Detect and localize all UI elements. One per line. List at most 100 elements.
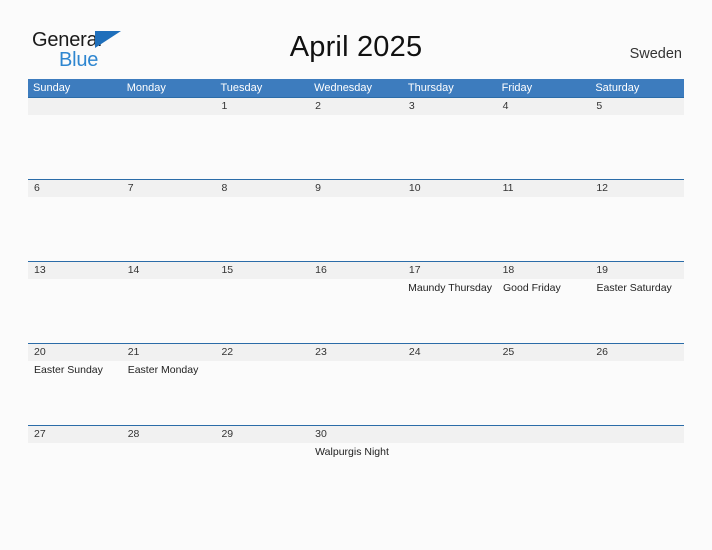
calendar-grid: Sunday Monday Tuesday Wednesday Thursday…: [28, 79, 684, 468]
day-cell[interactable]: [590, 443, 684, 468]
day-number[interactable]: 27: [28, 426, 122, 443]
week-row: 20 21 22 23 24 25 26 Easter Sunday Easte…: [28, 343, 684, 425]
weekday-header-monday: Monday: [126, 82, 166, 94]
day-number[interactable]: [403, 426, 497, 443]
country-label: Sweden: [629, 46, 682, 62]
day-number[interactable]: 11: [497, 180, 591, 197]
day-event: Good Friday: [502, 282, 561, 294]
day-number[interactable]: 24: [403, 344, 497, 361]
week-row: 27 28 29 30 Walpurgis Night: [28, 425, 684, 468]
day-number[interactable]: 9: [309, 180, 403, 197]
day-number[interactable]: 25: [497, 344, 591, 361]
day-number[interactable]: 3: [403, 98, 497, 115]
day-cell[interactable]: [497, 443, 591, 468]
day-cell[interactable]: [403, 361, 497, 425]
day-cell[interactable]: [215, 197, 309, 261]
day-number[interactable]: [590, 426, 684, 443]
day-number[interactable]: 28: [122, 426, 216, 443]
week-date-band: 1 2 3 4 5: [28, 98, 684, 115]
day-number[interactable]: 15: [215, 262, 309, 279]
day-cell[interactable]: [122, 197, 216, 261]
day-number[interactable]: 29: [215, 426, 309, 443]
day-number[interactable]: 30: [309, 426, 403, 443]
week-row: 13 14 15 16 17 18 19 Maundy Thursday Goo…: [28, 261, 684, 343]
day-number[interactable]: 5: [590, 98, 684, 115]
day-cell[interactable]: [497, 197, 591, 261]
day-event: Easter Saturday: [596, 282, 672, 294]
day-cell[interactable]: [497, 115, 591, 179]
day-number[interactable]: 12: [590, 180, 684, 197]
page-title: April 2025: [289, 31, 423, 63]
week-row: 1 2 3 4 5: [28, 97, 684, 179]
day-number[interactable]: 20: [28, 344, 122, 361]
day-cell[interactable]: [122, 443, 216, 468]
day-event: Easter Sunday: [34, 364, 103, 376]
day-cell[interactable]: [122, 279, 216, 343]
week-date-band: 20 21 22 23 24 25 26: [28, 344, 684, 361]
weekday-header-wednesday: Wednesday: [314, 82, 373, 94]
day-number[interactable]: 16: [309, 262, 403, 279]
day-number[interactable]: 8: [215, 180, 309, 197]
day-number[interactable]: 21: [122, 344, 216, 361]
day-number[interactable]: 22: [215, 344, 309, 361]
day-number[interactable]: 13: [28, 262, 122, 279]
day-number[interactable]: 7: [122, 180, 216, 197]
day-cell[interactable]: [215, 361, 309, 425]
day-cell[interactable]: [403, 115, 497, 179]
day-cell[interactable]: [590, 115, 684, 179]
day-number[interactable]: 17: [403, 262, 497, 279]
day-cell[interactable]: [28, 197, 122, 261]
calendar-page: General Blue April 2025 Sweden Sunday Mo…: [0, 0, 712, 550]
day-cell[interactable]: [403, 197, 497, 261]
day-number[interactable]: 1: [215, 98, 309, 115]
weekday-header-saturday: Saturday: [595, 82, 640, 94]
weekday-header-row: Sunday Monday Tuesday Wednesday Thursday…: [28, 79, 684, 97]
day-number[interactable]: 2: [309, 98, 403, 115]
day-number[interactable]: 14: [122, 262, 216, 279]
day-cell[interactable]: Easter Monday: [122, 361, 216, 425]
day-cell[interactable]: [215, 115, 309, 179]
day-cell[interactable]: [497, 361, 591, 425]
day-number[interactable]: 6: [28, 180, 122, 197]
page-header: General Blue April 2025 Sweden: [0, 0, 712, 70]
day-number[interactable]: [122, 98, 216, 115]
day-cell[interactable]: Good Friday: [497, 279, 591, 343]
day-number[interactable]: 26: [590, 344, 684, 361]
day-number[interactable]: [28, 98, 122, 115]
day-cell[interactable]: [309, 279, 403, 343]
day-cell[interactable]: [215, 279, 309, 343]
day-cell[interactable]: [28, 115, 122, 179]
weekday-header-sunday: Sunday: [33, 82, 71, 94]
day-cell[interactable]: [28, 279, 122, 343]
day-cell[interactable]: Walpurgis Night: [309, 443, 403, 468]
day-cell[interactable]: [309, 197, 403, 261]
weekday-header-friday: Friday: [501, 82, 533, 94]
weekday-header-thursday: Thursday: [407, 82, 454, 94]
day-number[interactable]: 19: [590, 262, 684, 279]
day-number[interactable]: 23: [309, 344, 403, 361]
week-date-band: 6 7 8 9 10 11 12: [28, 180, 684, 197]
week-event-band: Walpurgis Night: [28, 443, 684, 468]
day-cell[interactable]: Easter Saturday: [591, 279, 685, 343]
day-number[interactable]: 4: [497, 98, 591, 115]
day-number[interactable]: 10: [403, 180, 497, 197]
day-cell[interactable]: [122, 115, 216, 179]
day-cell[interactable]: [309, 361, 403, 425]
day-cell[interactable]: [309, 115, 403, 179]
day-cell[interactable]: [590, 197, 684, 261]
day-cell[interactable]: Easter Sunday: [28, 361, 122, 425]
day-event: Maundy Thursday: [408, 282, 492, 294]
week-date-band: 13 14 15 16 17 18 19: [28, 262, 684, 279]
day-cell[interactable]: Maundy Thursday: [402, 279, 497, 343]
day-number[interactable]: 18: [497, 262, 591, 279]
week-event-band: Maundy Thursday Good Friday Easter Satur…: [28, 279, 684, 343]
week-event-band: Easter Sunday Easter Monday: [28, 361, 684, 425]
day-cell[interactable]: [403, 443, 497, 468]
day-number[interactable]: [497, 426, 591, 443]
week-row: 6 7 8 9 10 11 12: [28, 179, 684, 261]
day-event: Walpurgis Night: [315, 446, 389, 458]
day-cell[interactable]: [215, 443, 309, 468]
week-event-band: [28, 197, 684, 261]
day-cell[interactable]: [590, 361, 684, 425]
day-cell[interactable]: [28, 443, 122, 468]
